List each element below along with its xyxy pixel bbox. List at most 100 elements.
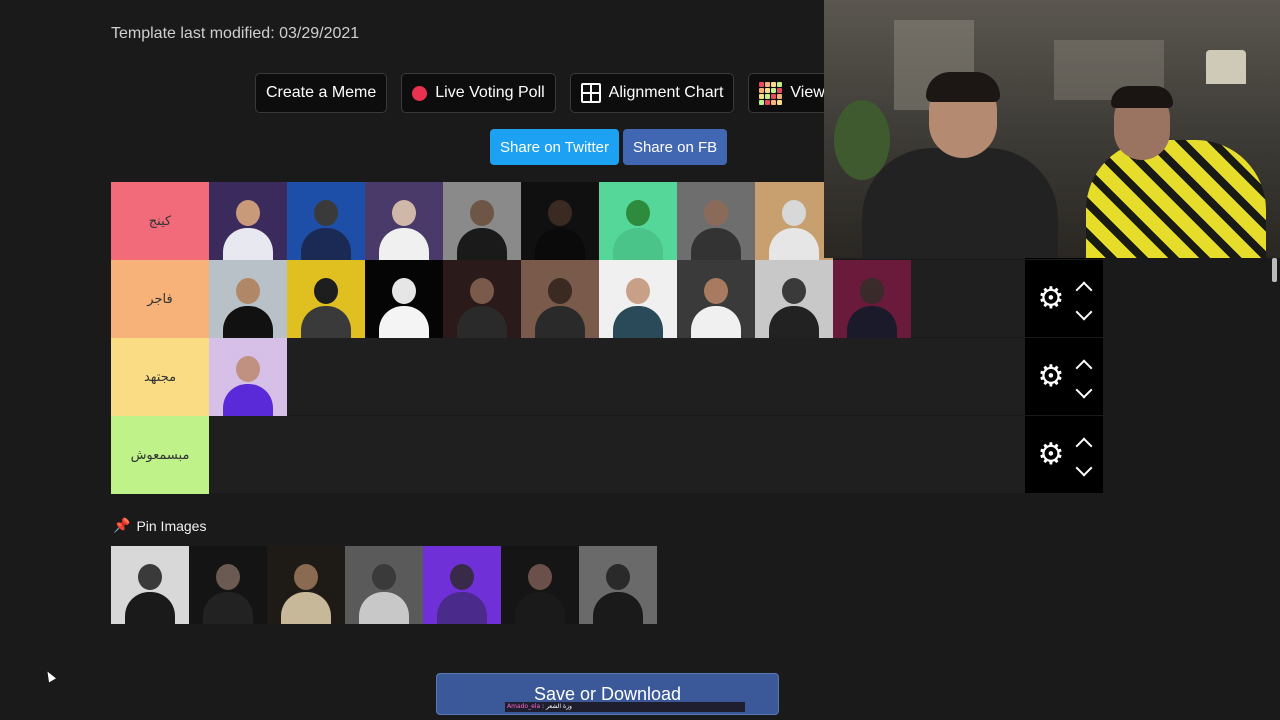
chat-overlay: Amado_ela : وزة الشعر xyxy=(505,702,745,712)
figure-shape xyxy=(457,306,507,338)
figure-shape xyxy=(528,564,552,590)
pinned-image[interactable] xyxy=(111,546,189,624)
figure-shape xyxy=(236,200,260,226)
pushpin-icon: 📌 xyxy=(113,517,131,533)
figure-shape xyxy=(548,278,572,304)
tier-item-image[interactable] xyxy=(521,182,599,260)
tier-item-image[interactable] xyxy=(599,260,677,338)
figure-shape xyxy=(613,306,663,338)
chevron-up-icon[interactable] xyxy=(1075,359,1093,376)
move-arrows xyxy=(1075,358,1093,398)
figure-shape xyxy=(294,564,318,590)
figure-shape xyxy=(450,564,474,590)
chevron-up-icon[interactable] xyxy=(1075,437,1093,454)
figure-shape xyxy=(236,356,260,382)
tier-item-image[interactable] xyxy=(365,260,443,338)
chevron-down-icon[interactable] xyxy=(1075,459,1093,476)
tier-item-image[interactable] xyxy=(677,182,755,260)
figure-shape xyxy=(535,228,585,260)
figure-shape xyxy=(860,278,884,304)
live-voting-poll-button[interactable]: Live Voting Poll xyxy=(401,73,556,113)
chat-message: : وزة الشعر xyxy=(540,703,572,710)
figure-shape xyxy=(437,592,487,624)
tier-item-image[interactable] xyxy=(365,182,443,260)
tier-items[interactable] xyxy=(209,338,1025,416)
tier-row: مبسمعوش ⚙ xyxy=(111,416,1103,494)
gear-icon[interactable]: ⚙ xyxy=(1038,283,1065,314)
tier-item-image[interactable] xyxy=(287,260,365,338)
tier-items[interactable] xyxy=(209,260,1025,338)
move-arrows xyxy=(1075,436,1093,476)
figure-shape xyxy=(548,200,572,226)
figure-shape xyxy=(470,278,494,304)
figure-shape xyxy=(704,200,728,226)
grid-icon xyxy=(580,83,601,103)
chat-username: Amado_ela xyxy=(507,703,541,710)
pinned-image[interactable] xyxy=(501,546,579,624)
tier-item-image[interactable] xyxy=(443,260,521,338)
figure-shape xyxy=(535,306,585,338)
tier-item-image[interactable] xyxy=(755,182,833,260)
share-buttons: Share on Twitter Share on FB xyxy=(490,129,728,165)
scrollbar-thumb[interactable] xyxy=(1272,258,1277,282)
save-download-label: Save or Download xyxy=(533,684,682,704)
figure-shape xyxy=(769,228,819,260)
tier-controls: ⚙ xyxy=(1025,260,1103,337)
figure-shape xyxy=(847,306,897,338)
tier-label[interactable]: فاجر xyxy=(111,260,209,338)
tier-item-image[interactable] xyxy=(677,260,755,338)
gear-icon[interactable]: ⚙ xyxy=(1038,361,1065,392)
tier-item-image[interactable] xyxy=(755,260,833,338)
view-button[interactable]: View xyxy=(748,73,836,113)
figure-shape xyxy=(314,200,338,226)
toolbar: Create a Meme Live Voting Poll Alignment… xyxy=(255,73,836,113)
share-twitter-button[interactable]: Share on Twitter xyxy=(490,129,619,165)
pin-images-label: Pin Images xyxy=(136,517,207,534)
tier-label[interactable]: مبسمعوش xyxy=(111,416,209,494)
figure-shape xyxy=(392,278,416,304)
tier-item-image[interactable] xyxy=(521,260,599,338)
move-arrows xyxy=(1075,280,1093,320)
tier-label[interactable]: كينج xyxy=(111,182,209,260)
mouse-cursor-icon xyxy=(44,669,56,683)
tier-row: مجتهد ⚙ xyxy=(111,338,1103,416)
chevron-down-icon[interactable] xyxy=(1075,303,1093,320)
pinned-image[interactable] xyxy=(267,546,345,624)
tier-item-image[interactable] xyxy=(287,182,365,260)
tier-item-image[interactable] xyxy=(443,182,521,260)
pinned-image[interactable] xyxy=(579,546,657,624)
pinned-image[interactable] xyxy=(189,546,267,624)
pinned-image[interactable] xyxy=(345,546,423,624)
chevron-down-icon[interactable] xyxy=(1075,381,1093,398)
alignment-chart-button[interactable]: Alignment Chart xyxy=(569,73,735,113)
share-facebook-button[interactable]: Share on FB xyxy=(622,129,728,165)
chevron-up-icon[interactable] xyxy=(1075,281,1093,298)
pinned-images xyxy=(111,546,657,624)
webcam-overlay xyxy=(824,0,1280,258)
figure-shape xyxy=(314,278,338,304)
figure-shape xyxy=(392,200,416,226)
create-meme-button[interactable]: Create a Meme xyxy=(255,73,388,113)
tier-item-image[interactable] xyxy=(209,260,287,338)
figure-shape xyxy=(216,564,240,590)
gear-icon[interactable]: ⚙ xyxy=(1038,439,1065,470)
tier-item-image[interactable] xyxy=(833,260,911,338)
figure-shape xyxy=(613,228,663,260)
figure-shape xyxy=(457,228,507,260)
figure-shape xyxy=(301,228,351,260)
figure-shape xyxy=(782,278,806,304)
tier-item-image[interactable] xyxy=(209,338,287,416)
figure-shape xyxy=(691,228,741,260)
figure-shape xyxy=(359,592,409,624)
figure-shape xyxy=(281,592,331,624)
create-meme-label: Create a Meme xyxy=(266,84,377,101)
tier-item-image[interactable] xyxy=(599,182,677,260)
tier-label[interactable]: مجتهد xyxy=(111,338,209,416)
figure-shape xyxy=(379,306,429,338)
pinned-image[interactable] xyxy=(423,546,501,624)
tier-item-image[interactable] xyxy=(209,182,287,260)
tier-items[interactable] xyxy=(209,416,1025,493)
pin-images-header[interactable]: 📌 Pin Images xyxy=(113,517,206,534)
figure-shape xyxy=(626,200,650,226)
figure-shape xyxy=(470,200,494,226)
